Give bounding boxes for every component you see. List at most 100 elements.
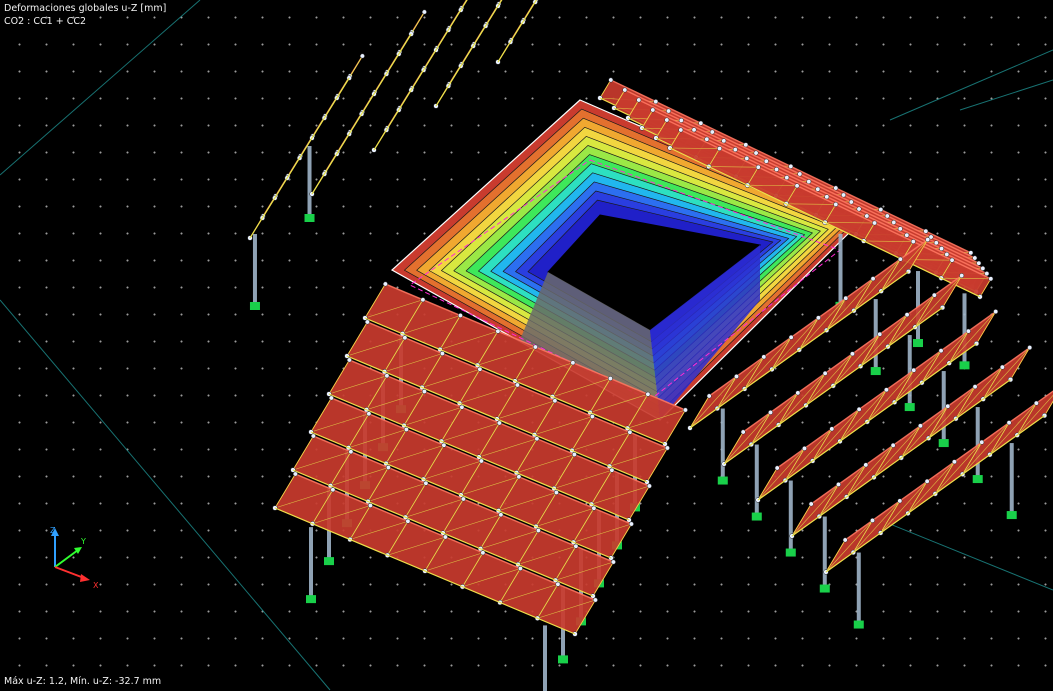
- node: [553, 490, 559, 495]
- node: [1033, 400, 1039, 406]
- node: [945, 403, 951, 409]
- truss-member: [348, 55, 363, 79]
- node: [797, 171, 803, 177]
- node: [904, 312, 910, 318]
- truss-diagonal: [757, 448, 805, 501]
- truss-diagonal: [826, 278, 874, 331]
- node: [439, 351, 445, 356]
- node: [608, 77, 614, 83]
- node: [856, 406, 862, 412]
- node: [795, 390, 801, 396]
- node: [944, 251, 950, 257]
- node: [359, 53, 365, 59]
- 3d-viewport[interactable]: Deformaciones globales u-Z [mm] CO2 : CC…: [0, 0, 1053, 691]
- node: [897, 498, 903, 504]
- node: [808, 501, 814, 507]
- support: [558, 655, 568, 664]
- node: [884, 213, 890, 219]
- support: [304, 214, 315, 222]
- node: [841, 192, 846, 198]
- node: [788, 334, 794, 340]
- x-axis-label: X: [93, 581, 99, 590]
- node: [706, 393, 712, 399]
- node: [421, 389, 427, 394]
- column: [252, 234, 257, 304]
- node: [495, 328, 501, 334]
- node: [965, 328, 971, 334]
- barrel-crest: [510, 0, 537, 41]
- column: [788, 480, 793, 551]
- truss-diagonal: [880, 481, 928, 534]
- column: [907, 335, 912, 406]
- node: [460, 496, 466, 502]
- support: [904, 403, 915, 412]
- node: [939, 246, 944, 252]
- node: [477, 366, 483, 372]
- support: [972, 475, 983, 484]
- node: [872, 220, 877, 226]
- node: [806, 179, 812, 185]
- support: [751, 512, 762, 521]
- column: [975, 407, 980, 478]
- truss-diagonal: [867, 370, 914, 423]
- y-axis-label: Y: [80, 537, 86, 546]
- support: [853, 620, 864, 629]
- node: [988, 276, 994, 282]
- truss-diagonal: [914, 275, 962, 328]
- truss-diagonal: [805, 353, 853, 406]
- support: [870, 367, 881, 376]
- node: [441, 442, 447, 448]
- truss-diagonal: [846, 445, 894, 498]
- z-axis-label: Z: [50, 526, 56, 535]
- truss-diagonal: [778, 373, 826, 426]
- support: [913, 339, 923, 348]
- node: [653, 99, 659, 105]
- node: [682, 407, 688, 413]
- node: [622, 87, 628, 93]
- node: [514, 382, 520, 388]
- node: [532, 344, 538, 350]
- node: [478, 458, 484, 464]
- node: [650, 107, 656, 113]
- support: [959, 361, 970, 370]
- node: [498, 512, 504, 518]
- node: [897, 256, 903, 262]
- node: [704, 136, 710, 142]
- node: [890, 442, 896, 448]
- node: [850, 351, 855, 357]
- truss-diagonal: [928, 386, 976, 439]
- node: [822, 370, 828, 376]
- node: [897, 226, 903, 232]
- node: [979, 439, 985, 445]
- node: [592, 597, 598, 603]
- node: [516, 474, 522, 480]
- column: [754, 444, 759, 515]
- node: [833, 185, 839, 191]
- node: [870, 276, 876, 282]
- node: [959, 273, 965, 279]
- grid-line: [879, 519, 1053, 591]
- column: [856, 552, 861, 623]
- node: [933, 240, 939, 246]
- node: [721, 138, 727, 144]
- node: [459, 404, 465, 410]
- truss-diagonal: [907, 461, 955, 514]
- node: [952, 459, 957, 465]
- truss-diagonal: [785, 428, 833, 481]
- truss-diagonal: [873, 425, 921, 478]
- node: [364, 319, 370, 325]
- column: [873, 299, 878, 370]
- truss-diagonal: [982, 347, 1030, 400]
- column: [543, 625, 547, 691]
- truss-diagonal: [853, 500, 901, 553]
- node: [646, 483, 652, 489]
- node: [403, 427, 409, 432]
- truss-member: [410, 11, 425, 35]
- truss-diagonal: [460, 0, 468, 11]
- barrel-crest: [386, 0, 468, 129]
- node: [976, 260, 982, 266]
- node: [794, 183, 800, 189]
- node: [740, 429, 746, 435]
- node: [972, 255, 978, 261]
- node: [870, 518, 875, 523]
